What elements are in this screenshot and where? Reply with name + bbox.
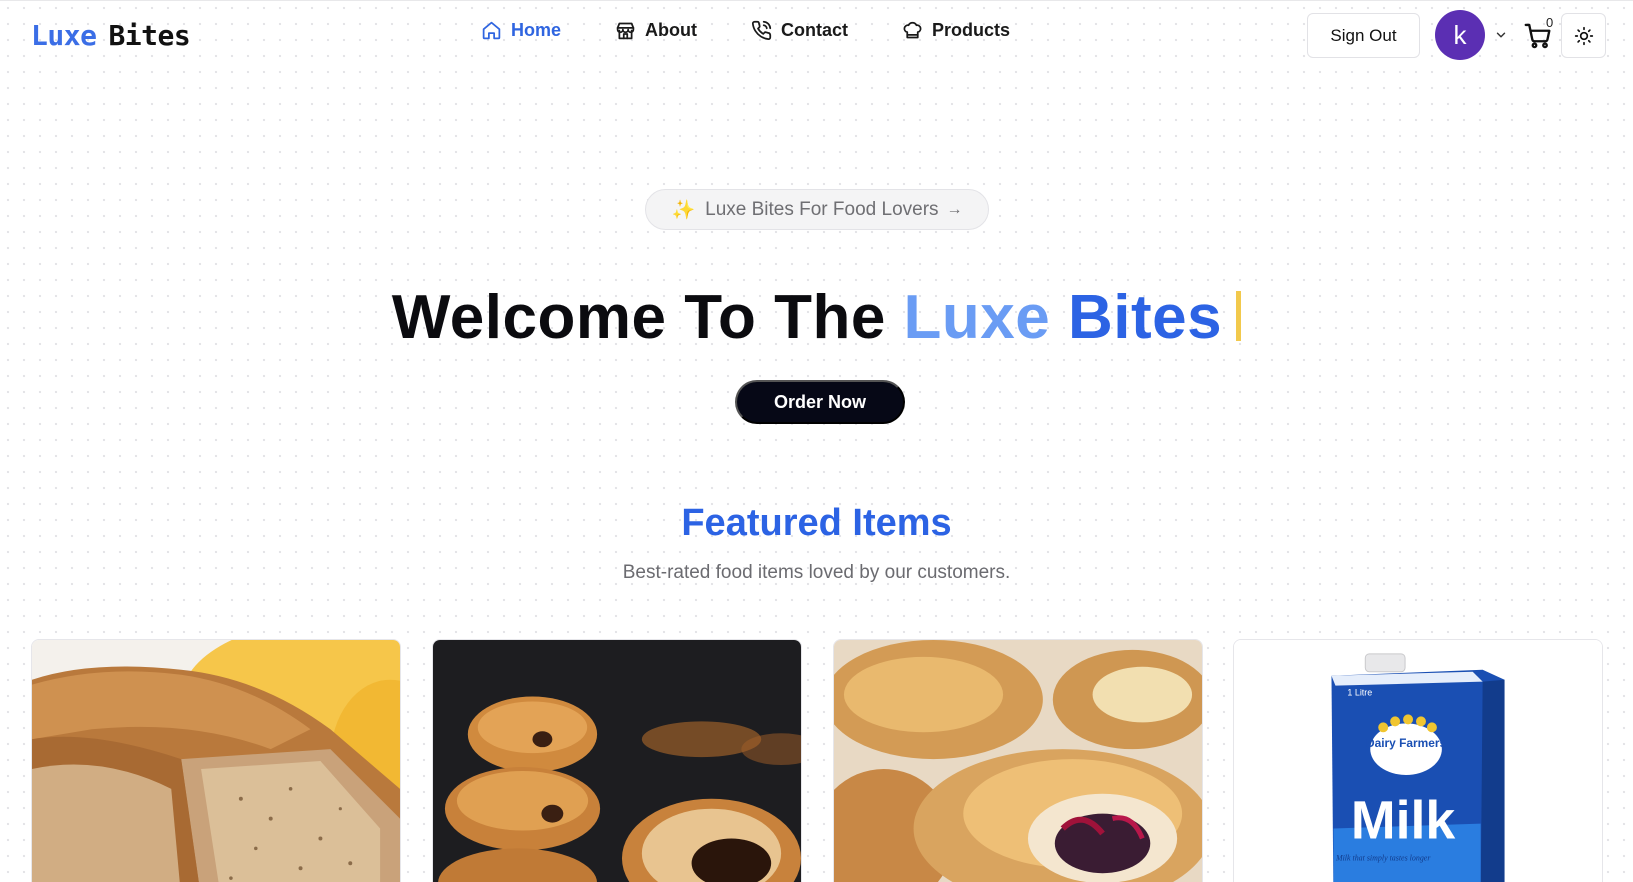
product-card-danish-pastries[interactable] <box>833 639 1203 882</box>
sun-icon <box>1574 26 1593 45</box>
order-now-button[interactable]: Order Now <box>735 380 905 424</box>
hero-title: Welcome To The Luxe Bites <box>0 280 1633 356</box>
chocolate-croissants-image <box>433 640 801 882</box>
phone-icon <box>751 20 772 41</box>
featured-title: Featured Items <box>681 502 952 544</box>
cart-count-badge: 0 <box>1546 15 1554 30</box>
banana-bread-image <box>32 640 400 882</box>
site-header: Luxe Bites Home About Contact Products Si… <box>0 0 1633 72</box>
home-icon <box>482 21 501 40</box>
brand-logo[interactable]: Luxe Bites <box>31 19 191 52</box>
product-card-chocolate-croissants[interactable] <box>432 639 802 882</box>
hero-title-word2: Bites <box>1067 283 1223 352</box>
tagline-pill[interactable]: ✨ Luxe Bites For Food Lovers → <box>645 189 989 230</box>
product-card-milk[interactable]: 1 Litre Dairy Farmers Milk Milk that sim… <box>1233 639 1603 882</box>
carton-tagline-text: Milk that simply tastes longer <box>1335 853 1431 862</box>
theme-toggle-button[interactable] <box>1561 13 1606 58</box>
brand-part1: Luxe <box>31 19 97 52</box>
carton-volume-text: 1 Litre <box>1347 688 1372 698</box>
danish-pastries-image <box>834 640 1202 882</box>
nav-label-products: Products <box>932 20 1011 40</box>
main-nav: Home About Contact Products <box>481 20 1010 41</box>
typing-cursor <box>1236 290 1242 341</box>
brand-part2: Bites <box>108 19 191 52</box>
milk-carton-image: 1 Litre Dairy Farmers Milk Milk that sim… <box>1234 640 1602 882</box>
carton-brand-text: Dairy Farmers <box>1366 736 1447 750</box>
nav-item-products[interactable]: Products <box>902 20 1010 41</box>
sign-out-button[interactable]: Sign Out <box>1307 13 1420 58</box>
nav-item-contact[interactable]: Contact <box>751 20 848 41</box>
avatar[interactable]: k <box>1435 10 1485 60</box>
hero-title-word1: Luxe <box>903 283 1051 352</box>
sparkles-icon: ✨ <box>671 199 696 221</box>
nav-label-home: Home <box>511 20 562 40</box>
tagline-pill-label: Luxe Bites For Food Lovers <box>705 198 939 220</box>
nav-item-about[interactable]: About <box>615 20 697 41</box>
arrow-right-icon: → <box>946 200 963 218</box>
chef-hat-icon <box>903 21 922 39</box>
nav-label-about: About <box>645 20 697 40</box>
store-icon <box>616 22 635 40</box>
hero-title-prefix: Welcome To The <box>391 283 886 352</box>
product-card-banana-bread[interactable] <box>31 639 401 882</box>
carton-product-text: Milk <box>1351 791 1456 851</box>
nav-label-contact: Contact <box>781 20 848 40</box>
featured-subtitle: Best-rated food items loved by our custo… <box>622 562 1011 583</box>
chevron-down-icon[interactable] <box>1494 28 1508 42</box>
nav-item-home[interactable]: Home <box>481 20 561 41</box>
